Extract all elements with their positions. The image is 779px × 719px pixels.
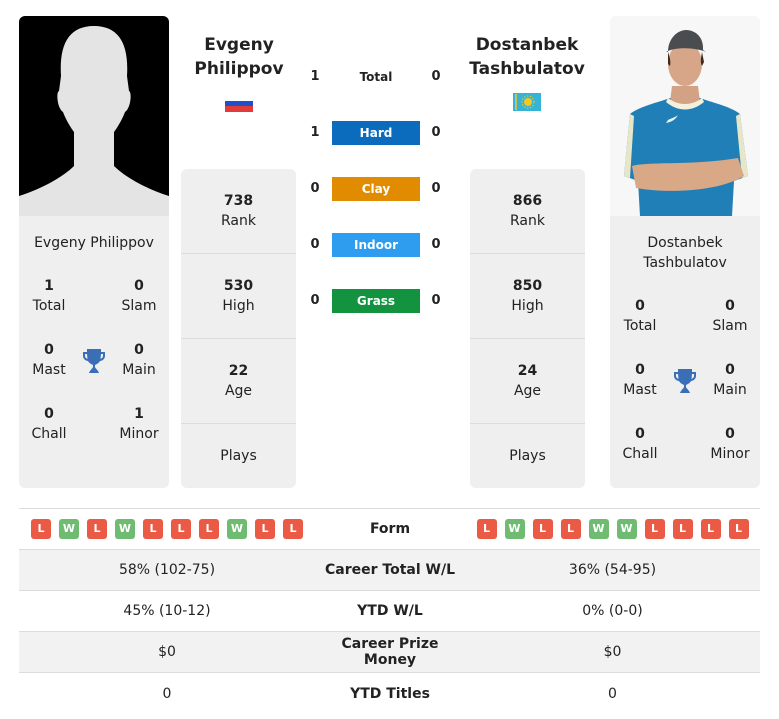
player1-ytd-wl: 45% (10-12) xyxy=(123,603,211,619)
stat-rank: 738 Rank xyxy=(181,169,296,254)
player2-stats: 866 Rank 850 High 24 Age Plays xyxy=(470,169,585,488)
form-loss-badge[interactable]: L xyxy=(644,519,665,539)
form-label: Form xyxy=(369,521,411,537)
form-loss-badge[interactable]: L xyxy=(560,519,581,539)
player2-photo[interactable] xyxy=(610,16,760,216)
career-wl-row: 58% (102-75) Career Total W/L 36% (54-95… xyxy=(19,550,760,591)
ytd-titles-row: 0 YTD Titles 0 xyxy=(19,673,760,714)
titles-mast: 0 Mast xyxy=(623,362,657,398)
player2-form: LWLLWWLLLL xyxy=(465,519,760,539)
titles-minor: 0 Minor xyxy=(710,426,750,462)
player1-name-header[interactable]: Evgeny Philippov xyxy=(164,33,314,81)
form-win-badge[interactable]: W xyxy=(227,519,247,539)
form-loss-badge[interactable]: L xyxy=(728,519,749,539)
form-loss-badge[interactable]: L xyxy=(199,519,219,539)
player2-card-name[interactable]: Dostanbek Tashbulatov xyxy=(610,233,760,273)
surface-clay[interactable]: Clay xyxy=(332,177,420,201)
prize-money-label: Career Prize Money xyxy=(341,636,439,668)
player1-ytd-titles: 0 xyxy=(162,685,172,702)
titles-total: 0 Total xyxy=(623,298,657,334)
ytd-wl-row: 45% (10-12) YTD W/L 0% (0-0) xyxy=(19,591,760,632)
form-loss-badge[interactable]: L xyxy=(476,519,497,539)
surface-hard[interactable]: Hard xyxy=(332,121,420,145)
surface-total[interactable]: Total xyxy=(332,65,420,89)
titles-chall: 0 Chall xyxy=(31,406,67,442)
form-loss-badge[interactable]: L xyxy=(255,519,275,539)
player2-prize-money: $0 xyxy=(603,644,622,660)
form-loss-badge[interactable]: L xyxy=(700,519,721,539)
stat-age: 24 Age xyxy=(470,339,585,424)
career-wl-label: Career Total W/L xyxy=(325,562,455,578)
stat-plays: Plays xyxy=(220,448,257,464)
titles-main: 0 Main xyxy=(713,362,747,398)
stat-high: 530 High xyxy=(181,254,296,339)
form-win-badge[interactable]: W xyxy=(588,519,609,539)
surface-indoor[interactable]: Indoor xyxy=(332,233,420,257)
h2h-total-row: 1 Total 0 xyxy=(300,65,450,89)
titles-chall: 0 Chall xyxy=(622,426,658,462)
form-win-badge[interactable]: W xyxy=(616,519,637,539)
ytd-wl-label: YTD W/L xyxy=(357,603,423,619)
player2-name-header[interactable]: Dostanbek Tashbulatov xyxy=(452,33,602,81)
h2h-indoor-row: 0 Indoor 0 xyxy=(300,233,450,257)
form-loss-badge[interactable]: L xyxy=(143,519,163,539)
titles-slam: 0 Slam xyxy=(712,298,748,334)
stat-rank: 866 Rank xyxy=(470,169,585,254)
titles-minor: 1 Minor xyxy=(119,406,159,442)
player1-card: Evgeny Philippov 1 Total 0 Slam 0 Mast 0 Mai… xyxy=(19,16,169,488)
form-win-badge[interactable]: W xyxy=(59,519,79,539)
titles-mast: 0 Mast xyxy=(32,342,66,378)
stat-plays: Plays xyxy=(509,448,546,464)
player1-prize-money: $0 xyxy=(158,644,176,660)
form-loss-badge[interactable]: L xyxy=(171,519,191,539)
h2h-hard-row: 1 Hard 0 xyxy=(300,121,450,145)
h2h-clay-row: 0 Clay 0 xyxy=(300,177,450,201)
player-photo-icon xyxy=(610,16,760,216)
stat-age: 22 Age xyxy=(181,339,296,424)
surface-grass[interactable]: Grass xyxy=(332,289,420,313)
player2-ytd-wl: 0% (0-0) xyxy=(582,603,643,619)
prize-money-row: $0 Career Prize Money $0 xyxy=(19,632,760,673)
player1-card-name[interactable]: Evgeny Philippov xyxy=(19,233,169,253)
player1-stats: 738 Rank 530 High 22 Age Plays xyxy=(181,169,296,488)
kazakhstan-flag-icon xyxy=(513,93,541,111)
form-loss-badge[interactable]: L xyxy=(283,519,303,539)
form-loss-badge[interactable]: L xyxy=(87,519,107,539)
form-loss-badge[interactable]: L xyxy=(31,519,51,539)
form-row: LWLWLLLWLL Form LWLLWWLLLL xyxy=(19,509,760,550)
trophy-icon xyxy=(82,348,106,374)
form-loss-badge[interactable]: L xyxy=(672,519,693,539)
form-win-badge[interactable]: W xyxy=(115,519,135,539)
player1-career-wl: 58% (102-75) xyxy=(118,562,216,578)
comparison-table: LWLWLLLWLL Form LWLLWWLLLL 58% (102-75) … xyxy=(19,508,760,714)
titles-total: 1 Total xyxy=(32,278,66,314)
h2h-grass-row: 0 Grass 0 xyxy=(300,289,450,313)
form-win-badge[interactable]: W xyxy=(504,519,525,539)
player2-career-wl: 36% (54-95) xyxy=(568,562,657,578)
form-loss-badge[interactable]: L xyxy=(532,519,553,539)
titles-main: 0 Main xyxy=(122,342,156,378)
russia-flag-icon xyxy=(225,96,253,112)
player2-card: Dostanbek Tashbulatov 0 Total 0 Slam 0 Mast… xyxy=(610,16,760,488)
stat-high: 850 High xyxy=(470,254,585,339)
player1-photo[interactable] xyxy=(19,16,169,216)
player1-form: LWLWLLLWLL xyxy=(19,519,315,539)
player2-ytd-titles: 0 xyxy=(608,685,617,702)
titles-slam: 0 Slam xyxy=(121,278,157,314)
trophy-icon xyxy=(673,368,697,394)
silhouette-icon xyxy=(19,26,169,216)
ytd-titles-label: YTD Titles xyxy=(350,685,430,702)
